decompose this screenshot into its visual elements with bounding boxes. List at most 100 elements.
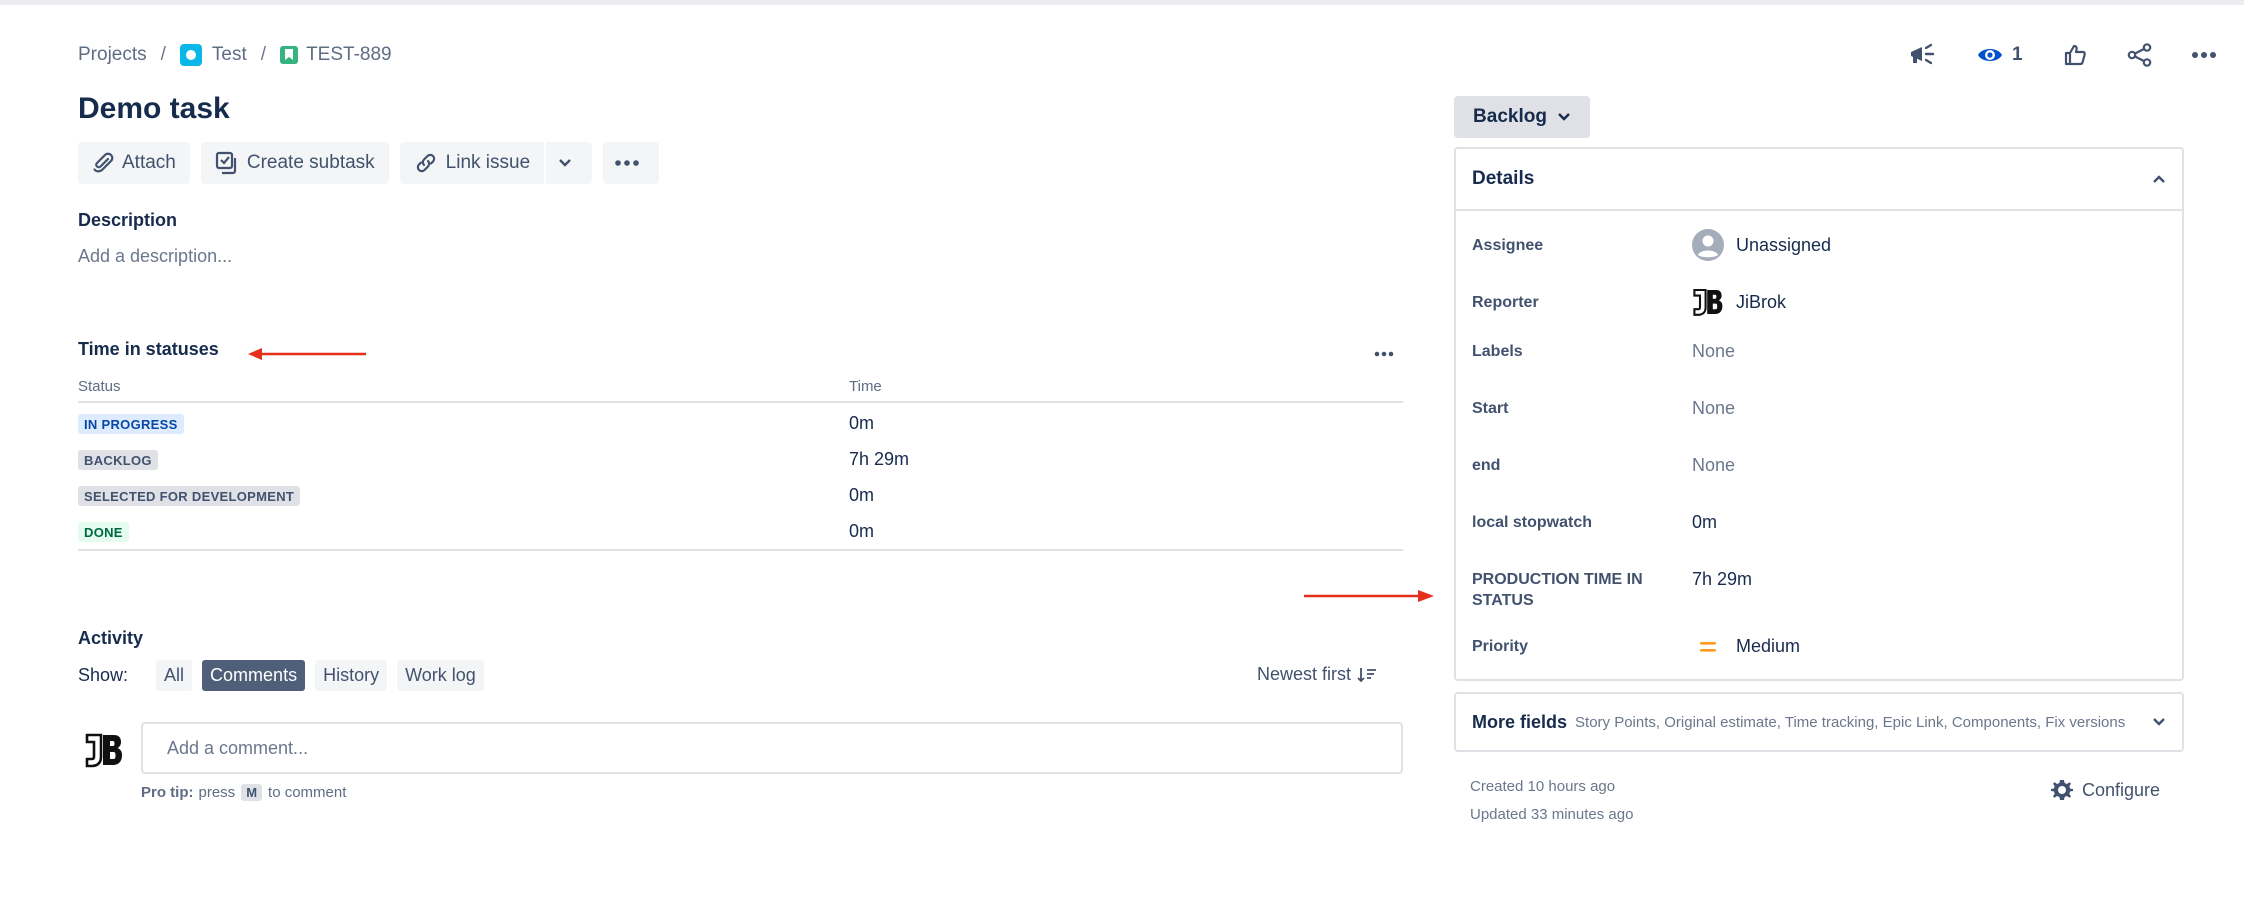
filter-history[interactable]: History	[315, 660, 388, 691]
sort-button[interactable]: Newest first	[1257, 664, 1377, 685]
link-issue-group: Link issue	[399, 142, 593, 184]
details-title: Details	[1472, 168, 1535, 189]
link-issue-label: Link issue	[445, 152, 531, 173]
share-button[interactable]	[2127, 43, 2153, 67]
updated-timestamp: Updated 33 minutes ago	[1470, 806, 1634, 823]
pro-tip-press: press	[198, 784, 236, 801]
paperclip-icon	[93, 152, 114, 173]
column-header-status: Status	[78, 378, 121, 395]
link-issue-dropdown-button[interactable]	[546, 142, 592, 184]
more-fields-list: Story Points, Original estimate, Time tr…	[1575, 713, 2126, 731]
more-horizontal-icon	[2191, 52, 2216, 58]
more-fields-panel[interactable]: More fields Story Points, Original estim…	[1454, 692, 2184, 752]
top-border	[0, 0, 2244, 5]
megaphone-icon	[1911, 43, 1935, 65]
breadcrumb-project[interactable]: Test	[212, 44, 247, 66]
sort-label: Newest first	[1257, 664, 1352, 684]
feedback-button[interactable]	[1908, 42, 1936, 68]
production-time-value[interactable]: 7h 29m	[1692, 569, 1752, 590]
link-icon	[416, 153, 435, 173]
field-end: end None	[1472, 455, 2172, 476]
local-stopwatch-value[interactable]: 0m	[1692, 512, 1717, 533]
configure-label: Configure	[2082, 779, 2161, 800]
breadcrumb-projects[interactable]: Projects	[78, 44, 147, 66]
annotation-arrow-left	[248, 348, 366, 360]
field-label: Labels	[1472, 343, 1523, 360]
story-icon	[280, 46, 299, 64]
table-row: IN PROGRESS 0m	[78, 405, 1403, 441]
reporter-value[interactable]: JiBrok	[1692, 286, 1786, 318]
time-in-statuses-more-button[interactable]	[1374, 340, 1394, 363]
thumbs-up-icon	[2064, 44, 2086, 66]
watchers-count: 1	[2012, 44, 2023, 65]
table-row: BACKLOG 7h 29m	[78, 441, 1403, 477]
chevron-up-icon	[2153, 175, 2165, 183]
eye-icon	[1978, 49, 2002, 61]
attach-label: Attach	[122, 152, 176, 173]
unassigned-avatar-icon	[1692, 229, 1724, 261]
field-assignee: Assignee Unassigned	[1472, 229, 2172, 261]
field-label: Priority	[1472, 638, 1529, 655]
activity-filters: Show: All Comments History Work log	[78, 660, 484, 691]
configure-button[interactable]: Configure	[2050, 778, 2160, 802]
issue-toolbar: Attach Create subtask Link issue	[78, 142, 660, 184]
field-label: end	[1472, 457, 1501, 474]
more-toolbar-button[interactable]	[603, 142, 660, 184]
field-label: local stopwatch	[1472, 514, 1593, 531]
breadcrumb-separator: /	[260, 44, 267, 65]
field-production-time-in-status: PRODUCTION TIME IN STATUS 7h 29m	[1472, 569, 2172, 611]
comment-input[interactable]: Add a comment...	[141, 722, 1403, 774]
filter-all[interactable]: All	[156, 660, 193, 691]
share-icon	[2127, 43, 2151, 67]
show-label: Show:	[78, 665, 129, 685]
field-priority: Priority Medium	[1472, 636, 2172, 657]
breadcrumb-issue-key[interactable]: TEST-889	[306, 44, 392, 66]
keyboard-shortcut-key: M	[241, 784, 263, 801]
assignee-name: Unassigned	[1736, 234, 1832, 255]
page-title[interactable]: Demo task	[78, 92, 230, 126]
filter-comments[interactable]: Comments	[202, 660, 306, 691]
watch-button[interactable]: 1	[1976, 44, 2023, 66]
pro-tip: Pro tip: press M to comment	[141, 784, 346, 801]
breadcrumb: Projects / Test / TEST-889	[78, 44, 392, 66]
details-panel: Details Assignee Unassigned Reporter JiB…	[1454, 147, 2184, 681]
details-header[interactable]: Details	[1456, 149, 2182, 211]
assignee-value[interactable]: Unassigned	[1692, 229, 1831, 261]
end-value[interactable]: None	[1692, 455, 1735, 476]
more-actions-button[interactable]	[2191, 51, 2217, 59]
table-header: Status Time	[78, 378, 1403, 403]
create-subtask-button[interactable]: Create subtask	[200, 142, 389, 184]
gear-icon	[2051, 780, 2073, 800]
labels-value[interactable]: None	[1692, 341, 1735, 362]
status-lozenge: DONE	[78, 521, 129, 542]
status-time: 0m	[849, 520, 875, 541]
reporter-avatar	[1692, 286, 1724, 318]
field-reporter: Reporter JiBrok	[1472, 286, 2172, 318]
more-horizontal-icon	[615, 160, 639, 166]
pro-tip-label: Pro tip:	[141, 784, 194, 801]
priority-medium-icon	[1692, 641, 1724, 653]
link-issue-button[interactable]: Link issue	[400, 142, 545, 184]
pro-tip-action: to comment	[268, 784, 347, 801]
start-value[interactable]: None	[1692, 398, 1735, 419]
status-time: 7h 29m	[849, 448, 910, 469]
status-dropdown-button[interactable]: Backlog	[1454, 96, 1590, 138]
filter-work-log[interactable]: Work log	[397, 660, 484, 691]
priority-value[interactable]: Medium	[1692, 636, 1800, 657]
field-label: Reporter	[1472, 293, 1539, 311]
more-horizontal-icon	[1374, 351, 1394, 357]
description-label: Description	[78, 210, 178, 230]
header-actions: 1	[1908, 42, 2217, 68]
table-body: IN PROGRESS 0m BACKLOG 7h 29m SELECTED F…	[78, 403, 1403, 551]
description-field[interactable]: Add a description...	[78, 246, 232, 267]
status-time: 0m	[849, 412, 875, 433]
column-header-time: Time	[849, 378, 882, 395]
status-lozenge: BACKLOG	[78, 449, 158, 470]
created-timestamp: Created 10 hours ago	[1470, 778, 1616, 795]
priority-name: Medium	[1736, 636, 1801, 656]
time-in-statuses-table: Status Time IN PROGRESS 0m BACKLOG 7h 29…	[78, 378, 1403, 551]
attach-button[interactable]: Attach	[78, 142, 190, 184]
chevron-down-icon	[559, 159, 572, 167]
vote-button[interactable]	[2063, 43, 2087, 67]
annotation-arrow-right	[1304, 590, 1434, 602]
